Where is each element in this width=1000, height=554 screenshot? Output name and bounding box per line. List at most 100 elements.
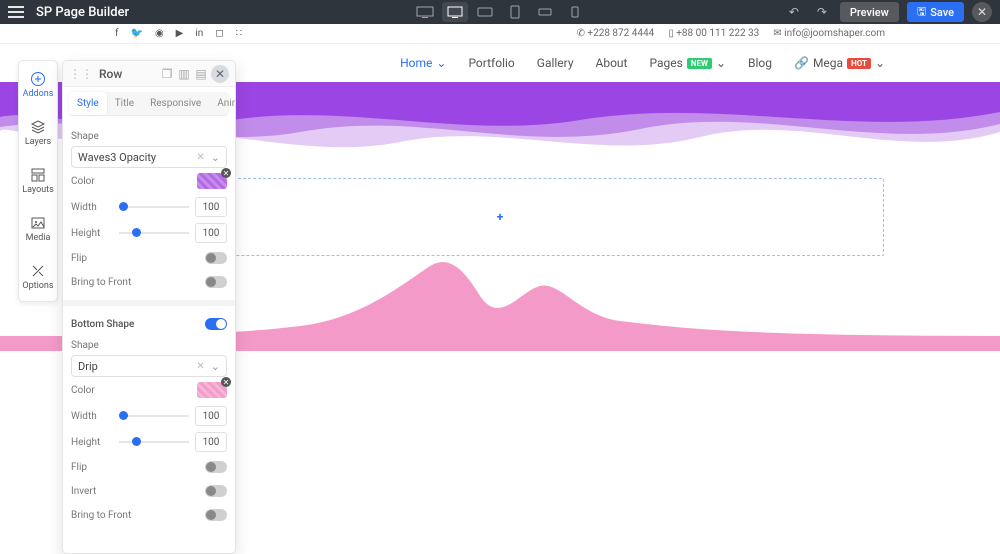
top-width-value[interactable]: 100 bbox=[195, 197, 227, 217]
select-value: Drip bbox=[78, 360, 98, 373]
hot-badge: HOT bbox=[847, 58, 871, 69]
nav-about[interactable]: About bbox=[596, 56, 628, 70]
tab-style[interactable]: Style bbox=[69, 92, 107, 115]
device-tablet[interactable] bbox=[502, 2, 528, 22]
redo-icon[interactable]: ↷ bbox=[812, 2, 832, 22]
top-flip-toggle[interactable] bbox=[205, 252, 227, 264]
save-row-icon[interactable]: ▤ bbox=[194, 67, 208, 81]
flip-label: Flip bbox=[71, 253, 87, 264]
pinterest-icon[interactable]: ◉ bbox=[155, 28, 164, 39]
add-section-button[interactable]: + bbox=[492, 209, 508, 225]
bottom-color-swatch[interactable]: ✕ bbox=[197, 382, 227, 398]
bottom-width-value[interactable]: 100 bbox=[195, 406, 227, 426]
tool-label: Media bbox=[26, 233, 51, 243]
bottom-front-toggle[interactable] bbox=[205, 509, 227, 521]
bring-front-label: Bring to Front bbox=[71, 277, 131, 288]
save-label: Save bbox=[930, 6, 954, 19]
device-switcher bbox=[412, 2, 588, 22]
preview-button[interactable]: Preview bbox=[840, 2, 899, 22]
close-button[interactable]: ✕ bbox=[972, 2, 992, 22]
bottom-shape-toggle[interactable] bbox=[205, 318, 227, 330]
bottom-shape-select[interactable]: Drip ✕ ⌄ bbox=[71, 355, 227, 377]
clear-icon[interactable]: ✕ bbox=[196, 152, 204, 163]
info-bar: f 🐦 ◉ ▶ in ◻ ∷ ✆ +228 872 4444 ▯ +88 00 … bbox=[0, 24, 1000, 44]
select-value: Waves3 Opacity bbox=[78, 151, 156, 164]
color-label: Color bbox=[71, 176, 113, 187]
phone2: ▯ +88 00 111 222 33 bbox=[668, 28, 759, 39]
social-icons: f 🐦 ◉ ▶ in ◻ ∷ bbox=[115, 28, 242, 39]
tool-layers[interactable]: Layers bbox=[19, 109, 57, 157]
nav-home[interactable]: Home ⌄ bbox=[400, 56, 446, 70]
invert-label: Invert bbox=[71, 486, 96, 497]
tool-options[interactable]: Options bbox=[19, 253, 57, 301]
top-front-toggle[interactable] bbox=[205, 276, 227, 288]
left-toolbar: Addons Layers Layouts Media Options bbox=[18, 60, 58, 302]
top-bar: SP Page Builder ↶ ↷ Preview 🖫Save ✕ bbox=[0, 0, 1000, 24]
tool-media[interactable]: Media bbox=[19, 205, 57, 253]
link-icon: 🔗 bbox=[794, 56, 809, 70]
instagram-icon[interactable]: ◻ bbox=[215, 28, 223, 39]
copy-icon[interactable]: ❐ bbox=[160, 67, 174, 81]
twitter-icon[interactable]: 🐦 bbox=[130, 28, 142, 39]
tool-addons[interactable]: Addons bbox=[19, 61, 57, 109]
options-icon bbox=[30, 263, 46, 279]
flip-label: Flip bbox=[71, 462, 87, 473]
bottom-height-slider[interactable] bbox=[119, 441, 189, 443]
facebook-icon[interactable]: f bbox=[115, 28, 118, 39]
properties-panel: ⋮⋮ Row ❐ ▥ ▤ ✕ Style Title Responsive An… bbox=[62, 60, 236, 554]
device-phone-landscape[interactable] bbox=[532, 2, 558, 22]
chevron-down-icon: ⌄ bbox=[436, 56, 446, 70]
tool-label: Addons bbox=[23, 89, 54, 99]
bottom-flip-toggle[interactable] bbox=[205, 461, 227, 473]
clear-color-icon[interactable]: ✕ bbox=[221, 168, 231, 178]
layouts-icon bbox=[30, 167, 46, 183]
device-tablet-landscape[interactable] bbox=[472, 2, 498, 22]
bottom-invert-toggle[interactable] bbox=[205, 485, 227, 497]
device-phone[interactable] bbox=[562, 2, 588, 22]
device-desktop[interactable] bbox=[442, 2, 468, 22]
width-label: Width bbox=[71, 411, 113, 422]
top-shape-select[interactable]: Waves3 Opacity ✕ ⌄ bbox=[71, 146, 227, 168]
top-height-value[interactable]: 100 bbox=[195, 223, 227, 243]
shape-label: Shape bbox=[71, 131, 227, 142]
bottom-height-value[interactable]: 100 bbox=[195, 432, 227, 452]
linkedin-icon[interactable]: in bbox=[195, 28, 203, 39]
top-height-slider[interactable] bbox=[119, 232, 189, 234]
nav-portfolio[interactable]: Portfolio bbox=[468, 56, 514, 70]
device-desktop-wide[interactable] bbox=[412, 2, 438, 22]
panel-close-icon[interactable]: ✕ bbox=[211, 65, 229, 83]
tab-animation[interactable]: Animation bbox=[209, 92, 236, 115]
layers-icon bbox=[30, 119, 46, 135]
columns-icon[interactable]: ▥ bbox=[177, 67, 191, 81]
bottom-width-slider[interactable] bbox=[119, 415, 189, 417]
email: ✉ info@joomshaper.com bbox=[773, 28, 885, 39]
save-icon: 🖫 bbox=[917, 3, 926, 22]
color-label: Color bbox=[71, 385, 113, 396]
nav-pages[interactable]: Pages NEW ⌄ bbox=[649, 56, 726, 70]
clear-color-icon[interactable]: ✕ bbox=[221, 377, 231, 387]
width-label: Width bbox=[71, 202, 113, 213]
clear-icon[interactable]: ✕ bbox=[196, 361, 204, 372]
nav-gallery[interactable]: Gallery bbox=[537, 56, 574, 70]
tool-label: Options bbox=[22, 281, 53, 291]
menu-icon[interactable] bbox=[8, 6, 24, 18]
preview-label: Preview bbox=[850, 6, 889, 19]
panel-header: ⋮⋮ Row ❐ ▥ ▤ ✕ bbox=[63, 61, 235, 87]
undo-icon[interactable]: ↶ bbox=[784, 2, 804, 22]
height-label: Height bbox=[71, 228, 113, 239]
save-button[interactable]: 🖫 Save bbox=[907, 2, 964, 22]
chevron-down-icon: ⌄ bbox=[211, 360, 220, 373]
tool-layouts[interactable]: Layouts bbox=[19, 157, 57, 205]
tab-title[interactable]: Title bbox=[107, 92, 142, 115]
panel-title: Row bbox=[99, 67, 122, 81]
flickr-icon[interactable]: ∷ bbox=[236, 28, 242, 39]
section-divider bbox=[63, 300, 235, 306]
top-width-slider[interactable] bbox=[119, 206, 189, 208]
nav-blog[interactable]: Blog bbox=[748, 56, 772, 70]
drag-icon[interactable]: ⋮⋮ bbox=[69, 67, 93, 81]
tab-responsive[interactable]: Responsive bbox=[142, 92, 209, 115]
plus-circle-icon bbox=[30, 71, 46, 87]
top-color-swatch[interactable]: ✕ bbox=[197, 173, 227, 189]
youtube-icon[interactable]: ▶ bbox=[176, 28, 184, 39]
nav-mega[interactable]: 🔗Mega HOT ⌄ bbox=[794, 56, 885, 70]
